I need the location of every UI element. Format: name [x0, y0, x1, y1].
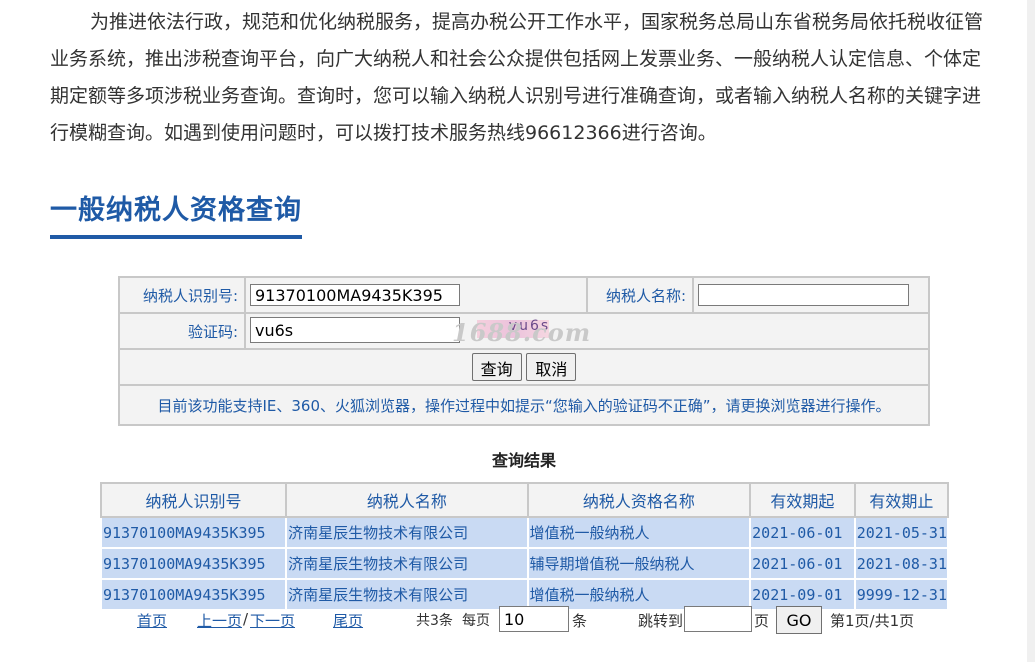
- header-qualification: 纳税人资格名称: [526, 482, 752, 518]
- cell-taxpayer-name: 济南星辰生物技术有限公司: [285, 516, 529, 549]
- go-button[interactable]: GO: [776, 606, 822, 634]
- last-page-link[interactable]: 尾页: [333, 610, 363, 631]
- page-info: 第1页/共1页: [830, 612, 915, 630]
- table-row: 91370100MA9435K395 济南星辰生物技术有限公司 增值税一般纳税人…: [99, 516, 950, 549]
- query-form: 纳税人识别号: 纳税人名称: 验证码: vu6s 查询 取消 目前该功能支持IE…: [118, 276, 930, 426]
- query-button[interactable]: 查询: [471, 353, 522, 381]
- header-valid-to: 有效期止: [853, 482, 950, 518]
- captcha-input[interactable]: [250, 317, 460, 343]
- header-taxpayer-id: 纳税人识别号: [99, 482, 288, 518]
- next-page-link[interactable]: 下一页: [250, 610, 295, 631]
- header-valid-from: 有效期起: [749, 482, 856, 518]
- browser-notice: 目前该功能支持IE、360、火狐浏览器，操作过程中如提示“您输入的验证码不正确”…: [118, 384, 930, 426]
- cell-qualification: 增值税一般纳税人: [526, 516, 752, 549]
- taxpayer-name-label: 纳税人名称:: [586, 276, 694, 314]
- per-page-label: 每页: [462, 613, 490, 629]
- cell-valid-to: 2021-08-31: [853, 547, 950, 580]
- cell-qualification: 辅导期增值税一般纳税人: [526, 547, 752, 580]
- pagination: 首页 上一页 / 下一页 尾页 共3条 每页 条 跳转到 页 GO 第1页/共1…: [0, 606, 1035, 636]
- results-table: 纳税人识别号 纳税人名称 纳税人资格名称 有效期起 有效期止 91370100M…: [99, 482, 950, 611]
- per-page-unit: 条: [572, 612, 588, 630]
- jump-page-input[interactable]: [684, 606, 752, 632]
- intro-paragraph: 为推进依法行政，规范和优化纳税服务，提高办税公开工作水平，国家税务总局山东省税务…: [50, 11, 984, 144]
- per-page-input[interactable]: [499, 606, 569, 632]
- taxpayer-id-label: 纳税人识别号:: [118, 276, 246, 314]
- cancel-button[interactable]: 取消: [526, 353, 577, 381]
- section-title: 一般纳税人资格查询: [50, 188, 302, 239]
- header-taxpayer-name: 纳税人名称: [285, 482, 529, 518]
- jump-label: 跳转到: [638, 612, 684, 630]
- watermark: 1688.com: [452, 318, 592, 347]
- cell-valid-to: 2021-05-31: [853, 516, 950, 549]
- results-title: 查询结果: [491, 451, 556, 470]
- pager-separator: /: [243, 610, 249, 628]
- table-row: 91370100MA9435K395 济南星辰生物技术有限公司 辅导期增值税一般…: [99, 547, 950, 580]
- first-page-link[interactable]: 首页: [137, 610, 167, 631]
- taxpayer-name-input[interactable]: [698, 284, 909, 306]
- results-header-row: 纳税人识别号 纳税人名称 纳税人资格名称 有效期起 有效期止: [99, 482, 950, 518]
- cell-valid-from: 2021-06-01: [749, 547, 856, 580]
- cell-taxpayer-name: 济南星辰生物技术有限公司: [285, 547, 529, 580]
- prev-page-link[interactable]: 上一页: [197, 610, 242, 631]
- cell-taxpayer-id: 91370100MA9435K395: [99, 516, 288, 549]
- captcha-label: 验证码:: [118, 312, 246, 350]
- total-count: 共3条: [416, 613, 453, 629]
- vertical-scrollbar[interactable]: [1027, 0, 1035, 662]
- cell-valid-from: 2021-06-01: [749, 516, 856, 549]
- taxpayer-id-input[interactable]: [250, 284, 460, 306]
- jump-unit: 页: [754, 612, 770, 630]
- cell-taxpayer-id: 91370100MA9435K395: [99, 547, 288, 580]
